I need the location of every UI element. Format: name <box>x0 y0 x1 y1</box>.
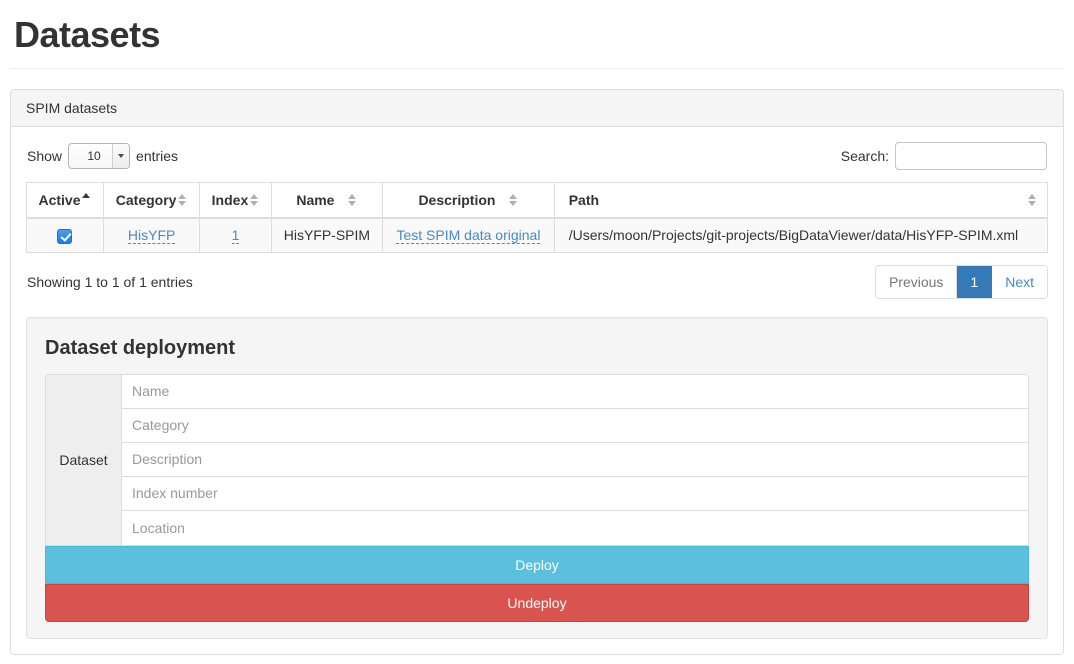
table-body: HisYFP 1 HisYFP-SPIM Test SPIM data orig… <box>27 218 1048 252</box>
deployment-title: Dataset deployment <box>45 336 1029 360</box>
page-length-control: Show 10 entries <box>27 143 178 169</box>
column-header-name[interactable]: Name <box>271 183 383 219</box>
category-editable-link[interactable]: HisYFP <box>128 227 175 244</box>
sort-both-icon <box>1028 193 1037 207</box>
cell-description: Test SPIM data original <box>383 218 555 252</box>
pagination-page-1[interactable]: 1 <box>957 266 992 298</box>
page-header: Datasets <box>10 0 1064 69</box>
sort-both-icon <box>250 193 259 207</box>
deployment-form: Dataset <box>45 374 1029 546</box>
cell-name: HisYFP-SPIM <box>271 218 383 252</box>
column-label-description: Description <box>418 192 495 208</box>
column-header-index[interactable]: Index <box>200 183 271 219</box>
datatable-footer: Showing 1 to 1 of 1 entries Previous 1 N… <box>26 265 1048 299</box>
column-header-description[interactable]: Description <box>383 183 555 219</box>
cell-path: /Users/moon/Projects/git-projects/BigDat… <box>554 218 1047 252</box>
sort-both-icon <box>348 193 357 207</box>
deploy-name-input[interactable] <box>122 375 1028 409</box>
column-label-path: Path <box>569 192 599 208</box>
deploy-location-input[interactable] <box>122 511 1028 545</box>
table-header-row: Active Category Index <box>27 183 1048 219</box>
entries-label: entries <box>136 148 178 164</box>
panel-heading: SPIM datasets <box>11 90 1063 127</box>
page-length-select-wrap: 10 <box>68 143 130 169</box>
table-row: HisYFP 1 HisYFP-SPIM Test SPIM data orig… <box>27 218 1048 252</box>
page-container: Datasets SPIM datasets Show 10 entries <box>0 0 1074 655</box>
deployment-fields <box>122 375 1028 545</box>
search-label: Search: <box>841 148 889 164</box>
column-label-index: Index <box>212 192 249 208</box>
description-editable-link[interactable]: Test SPIM data original <box>396 227 540 244</box>
page-length-select[interactable]: 10 <box>68 143 130 169</box>
sort-both-icon <box>509 193 518 207</box>
table-head: Active Category Index <box>27 183 1048 219</box>
datatable-controls: Show 10 entries Search: <box>26 142 1048 170</box>
search-input[interactable] <box>895 142 1047 170</box>
panel-body: Show 10 entries Search: <box>11 127 1063 654</box>
pagination: Previous 1 Next <box>875 265 1048 299</box>
index-editable-link[interactable]: 1 <box>232 227 240 244</box>
column-label-name: Name <box>296 192 334 208</box>
column-label-category: Category <box>116 192 177 208</box>
dataset-deployment-well: Dataset deployment Dataset Deploy Undepl… <box>26 317 1048 639</box>
pagination-previous[interactable]: Previous <box>876 266 957 298</box>
deploy-description-input[interactable] <box>122 443 1028 477</box>
page-title: Datasets <box>14 14 1064 56</box>
column-header-category[interactable]: Category <box>103 183 199 219</box>
sort-ascending-icon <box>82 193 91 205</box>
deploy-category-input[interactable] <box>122 409 1028 443</box>
datatable-info: Showing 1 to 1 of 1 entries <box>26 274 193 290</box>
column-label-active: Active <box>38 192 80 208</box>
cell-index: 1 <box>200 218 271 252</box>
deploy-index-number-input[interactable] <box>122 477 1028 511</box>
deployment-row-label: Dataset <box>46 375 122 545</box>
cell-active <box>27 218 104 252</box>
datasets-table: Active Category Index <box>26 182 1048 253</box>
deploy-button[interactable]: Deploy <box>45 546 1029 584</box>
spim-datasets-panel: SPIM datasets Show 10 entries Search: <box>10 89 1064 655</box>
undeploy-button[interactable]: Undeploy <box>45 584 1029 622</box>
pagination-next[interactable]: Next <box>992 266 1047 298</box>
sort-both-icon <box>178 193 187 207</box>
search-control: Search: <box>841 142 1047 170</box>
active-checkbox[interactable] <box>57 229 72 244</box>
column-header-active[interactable]: Active <box>27 183 104 219</box>
column-header-path[interactable]: Path <box>554 183 1047 219</box>
show-label: Show <box>27 148 62 164</box>
cell-category: HisYFP <box>103 218 199 252</box>
